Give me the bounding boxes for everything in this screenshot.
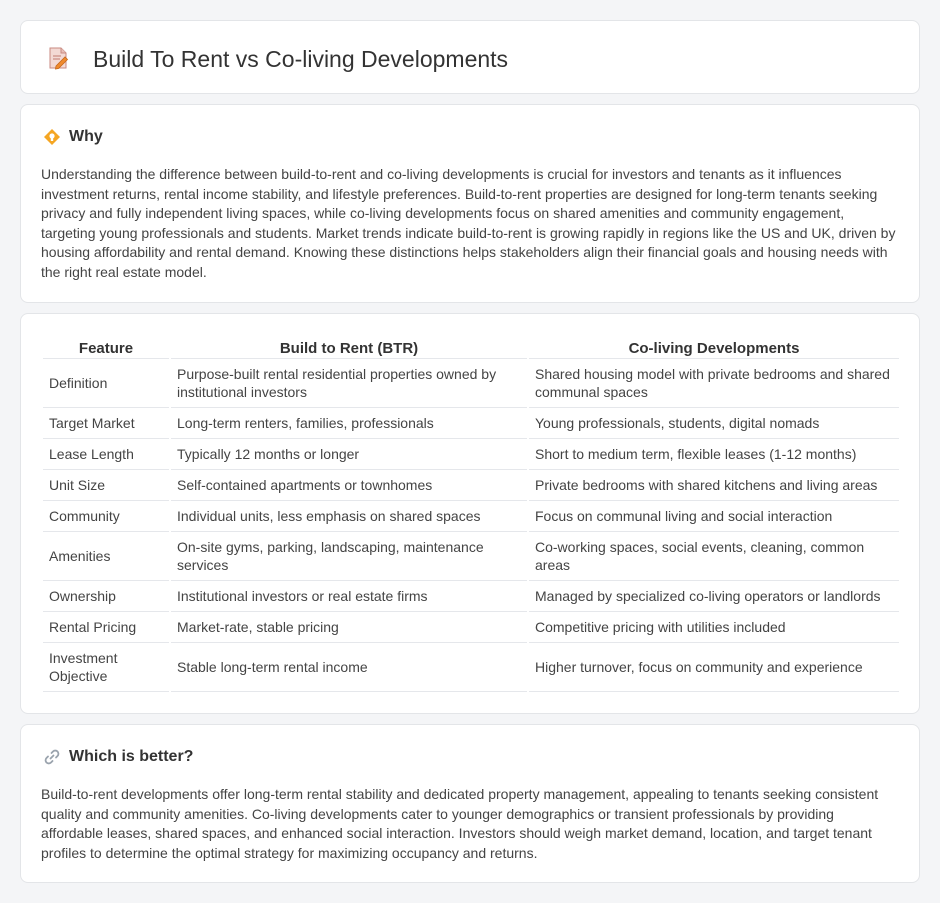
btr-cell: Institutional investors or real estate f… [171, 581, 527, 612]
document-pen-icon [45, 45, 71, 71]
table-row: Lease Length Typically 12 months or long… [43, 439, 899, 470]
btr-cell: Self-contained apartments or townhomes [171, 470, 527, 501]
header-feature: Feature [43, 333, 169, 359]
which-is-better-section: Which is better? Build-to-rent developme… [20, 724, 920, 883]
feature-cell: Amenities [43, 532, 169, 581]
coliving-cell: Competitive pricing with utilities inclu… [529, 612, 899, 643]
table-row: Target Market Long-term renters, familie… [43, 408, 899, 439]
link-icon [43, 748, 61, 766]
coliving-cell: Shared housing model with private bedroo… [529, 359, 899, 408]
table-header-row: Feature Build to Rent (BTR) Co-living De… [43, 333, 899, 359]
feature-cell: Target Market [43, 408, 169, 439]
btr-cell: Stable long-term rental income [171, 643, 527, 692]
btr-cell: Market-rate, stable pricing [171, 612, 527, 643]
coliving-cell: Private bedrooms with shared kitchens an… [529, 470, 899, 501]
better-text: Build-to-rent developments offer long-te… [41, 786, 879, 861]
page-title: Build To Rent vs Co-living Developments [93, 46, 509, 72]
header-card: Build To Rent vs Co-living Developments [20, 20, 920, 94]
btr-cell: Typically 12 months or longer [171, 439, 527, 470]
coliving-cell: Co-working spaces, social events, cleani… [529, 532, 899, 581]
coliving-cell: Managed by specialized co-living operato… [529, 581, 899, 612]
btr-cell: Purpose-built rental residential propert… [171, 359, 527, 408]
btr-cell: On-site gyms, parking, landscaping, main… [171, 532, 527, 581]
coliving-cell: Higher turnover, focus on community and … [529, 643, 899, 692]
table-row: Rental Pricing Market-rate, stable prici… [43, 612, 899, 643]
table-row: Ownership Institutional investors or rea… [43, 581, 899, 612]
header-coliving: Co-living Developments [529, 333, 899, 359]
table-row: Amenities On-site gyms, parking, landsca… [43, 532, 899, 581]
better-heading: Which is better? [43, 747, 193, 767]
comparison-table-card: Feature Build to Rent (BTR) Co-living De… [20, 313, 920, 714]
feature-cell: Definition [43, 359, 169, 408]
feature-cell: Unit Size [43, 470, 169, 501]
feature-cell: Community [43, 501, 169, 532]
coliving-cell: Young professionals, students, digital n… [529, 408, 899, 439]
coliving-cell: Short to medium term, flexible leases (1… [529, 439, 899, 470]
why-title: Why [69, 128, 103, 145]
btr-cell: Long-term renters, families, professiona… [171, 408, 527, 439]
feature-cell: Investment Objective [43, 643, 169, 692]
table-row: Investment Objective Stable long-term re… [43, 643, 899, 692]
why-section: Why Understanding the difference between… [20, 104, 920, 303]
why-heading: Why [43, 127, 103, 147]
why-text: Understanding the difference between bui… [41, 166, 896, 280]
feature-cell: Rental Pricing [43, 612, 169, 643]
btr-cell: Individual units, less emphasis on share… [171, 501, 527, 532]
feature-cell: Ownership [43, 581, 169, 612]
table-row: Community Individual units, less emphasi… [43, 501, 899, 532]
feature-cell: Lease Length [43, 439, 169, 470]
header-btr: Build to Rent (BTR) [171, 333, 527, 359]
lightbulb-diamond-icon [43, 128, 61, 146]
comparison-table: Feature Build to Rent (BTR) Co-living De… [41, 333, 901, 692]
table-row: Unit Size Self-contained apartments or t… [43, 470, 899, 501]
table-row: Definition Purpose-built rental resident… [43, 359, 899, 408]
better-title: Which is better? [69, 748, 194, 765]
coliving-cell: Focus on communal living and social inte… [529, 501, 899, 532]
